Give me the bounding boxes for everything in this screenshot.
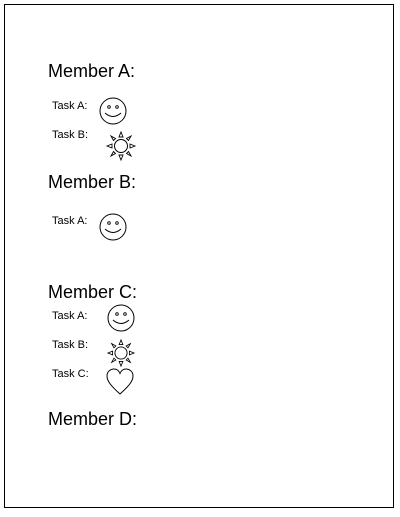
- member-c-task-c-label: Task C:: [52, 368, 89, 380]
- member-c-task-b-label: Task B:: [52, 339, 89, 351]
- smiley-face-icon: [106, 303, 136, 333]
- member-a-task-a-label: Task A:: [52, 100, 88, 112]
- member-a-heading: Member A:: [48, 61, 136, 81]
- member-b-heading: Member B:: [48, 172, 137, 192]
- sun-icon: [106, 338, 136, 368]
- member-a-task-b-label: Task B:: [52, 129, 89, 141]
- member-c-heading: Member C:: [48, 282, 138, 302]
- heart-icon: [105, 367, 135, 397]
- member-d-heading: Member D:: [48, 409, 138, 429]
- member-c-task-a-label: Task A:: [52, 310, 88, 322]
- sun-icon: [105, 130, 137, 162]
- member-b-task-a-label: Task A:: [52, 215, 88, 227]
- smiley-face-icon: [98, 96, 128, 126]
- smiley-face-icon: [98, 212, 128, 242]
